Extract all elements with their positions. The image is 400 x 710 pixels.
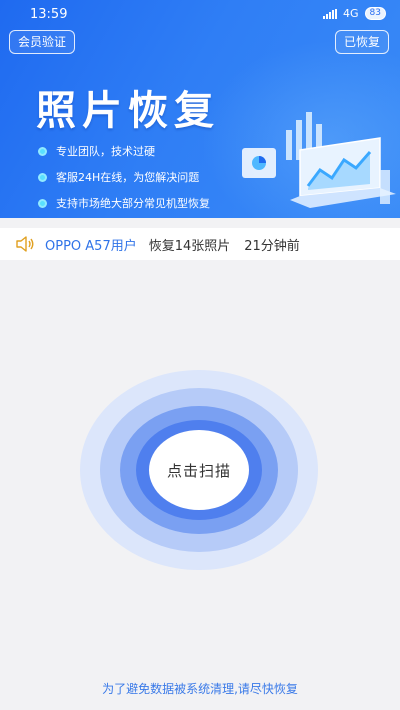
speaker-icon: [16, 236, 34, 252]
hero-banner: 13:59 4G 83 会员验证 已恢复 照片恢复 专业团队，技术过硬 客服24…: [0, 0, 400, 218]
member-verify-button[interactable]: 会员验证: [9, 30, 76, 54]
feature-text: 专业团队，技术过硬: [56, 145, 155, 158]
recovery-notice: OPPO A57用户 恢复14张照片 21分钟前: [0, 228, 400, 260]
notice-time: 21分钟前: [244, 238, 300, 254]
scan-button[interactable]: 点击扫描: [149, 430, 249, 510]
feature-text: 支持市场绝大部分常见机型恢复: [56, 197, 210, 210]
feature-item: 支持市场绝大部分常见机型恢复: [38, 190, 210, 216]
recovered-button[interactable]: 已恢复: [334, 30, 389, 54]
feature-item: 客服24H在线，为您解决问题: [38, 164, 210, 190]
footer-hint: 为了避免数据被系统清理,请尽快恢复: [102, 682, 298, 696]
notice-user: OPPO A57用户: [45, 238, 137, 254]
notice-action: 恢复14张照片: [148, 238, 231, 254]
laptop-illustration: [242, 112, 396, 208]
network-label: 4G: [343, 7, 359, 20]
feature-list: 专业团队，技术过硬 客服24H在线，为您解决问题 支持市场绝大部分常见机型恢复: [38, 138, 210, 216]
feature-text: 客服24H在线，为您解决问题: [56, 171, 200, 184]
status-bar: 13:59 4G 83: [0, 0, 400, 28]
feature-dot-icon: [38, 146, 47, 156]
feature-dot-icon: [38, 172, 47, 182]
status-indicators: 4G 83: [323, 7, 386, 20]
battery-icon: 83: [364, 7, 386, 20]
scan-area: 点击扫描: [80, 370, 318, 570]
feature-dot-icon: [38, 198, 47, 208]
signal-icon: [323, 8, 338, 19]
page-title: 照片恢复: [36, 88, 220, 134]
status-time: 13:59: [30, 7, 68, 22]
feature-item: 专业团队，技术过硬: [38, 138, 210, 164]
